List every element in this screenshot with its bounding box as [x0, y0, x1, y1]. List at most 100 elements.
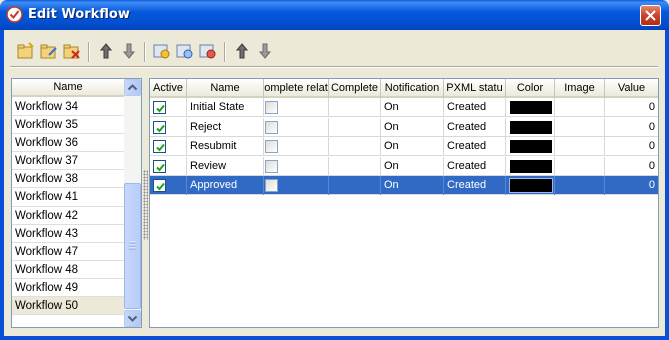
column-header-complete[interactable]: Complete	[329, 79, 381, 98]
color-cell[interactable]	[506, 117, 555, 137]
add-state-icon[interactable]	[153, 42, 171, 60]
state-name-cell[interactable]: Resubmit	[187, 137, 264, 156]
list-item[interactable]: Workflow 36	[12, 134, 124, 153]
state-name-cell[interactable]: Initial State	[187, 98, 264, 117]
scroll-down-button[interactable]	[124, 310, 141, 327]
list-item[interactable]: Workflow 38	[12, 170, 124, 189]
column-header-value[interactable]: Value	[605, 79, 658, 98]
list-item-selected[interactable]: Workflow 50	[12, 297, 124, 316]
active-cell[interactable]	[150, 137, 187, 156]
active-cell[interactable]	[150, 117, 187, 137]
active-checkbox[interactable]	[153, 120, 166, 134]
color-swatch[interactable]	[509, 158, 553, 174]
image-cell[interactable]	[555, 98, 605, 117]
complete-related-checkbox[interactable]	[265, 179, 278, 192]
complete-cell[interactable]	[329, 117, 381, 137]
column-header-active[interactable]: Active	[150, 79, 187, 98]
active-checkbox[interactable]	[153, 159, 166, 173]
move-down-icon[interactable]	[120, 42, 138, 60]
pxml-status-cell[interactable]: Created	[444, 117, 506, 137]
complete-related-cell[interactable]	[264, 137, 329, 156]
notification-cell[interactable]: On	[381, 117, 444, 137]
list-item[interactable]: Workflow 37	[12, 152, 124, 171]
complete-related-checkbox[interactable]	[265, 140, 278, 153]
color-swatch[interactable]	[509, 119, 553, 135]
pxml-status-cell[interactable]: Created	[444, 176, 506, 195]
image-cell[interactable]	[555, 137, 605, 156]
pxml-status-cell[interactable]: Created	[444, 156, 506, 176]
color-cell[interactable]	[506, 98, 555, 117]
pane-splitter[interactable]	[143, 170, 148, 240]
color-cell[interactable]	[506, 156, 555, 176]
notification-cell[interactable]: On	[381, 98, 444, 117]
workflow-list-header[interactable]: Name	[12, 79, 124, 97]
move-state-up-icon[interactable]	[233, 42, 251, 60]
state-name-cell[interactable]: Review	[187, 156, 264, 176]
scroll-thumb[interactable]	[124, 183, 141, 309]
delete-workflow-icon[interactable]	[63, 42, 81, 60]
value-cell[interactable]: 0	[605, 157, 658, 176]
column-header-color[interactable]: Color	[506, 79, 555, 98]
active-cell[interactable]	[150, 98, 187, 117]
complete-related-checkbox[interactable]	[265, 159, 278, 173]
value-cell[interactable]: 0	[605, 98, 658, 117]
active-checkbox[interactable]	[153, 101, 166, 114]
column-header-notification[interactable]: Notification	[381, 79, 444, 98]
list-item[interactable]: Workflow 43	[12, 225, 124, 243]
state-name-cell[interactable]: Approved	[187, 176, 264, 195]
active-cell[interactable]	[150, 176, 187, 195]
notification-cell[interactable]: On	[381, 156, 444, 176]
list-item[interactable]: Workflow 34	[12, 98, 124, 117]
workflow-list[interactable]: Name Workflow 34 Workflow 35 Workflow 36…	[11, 78, 142, 328]
complete-related-cell[interactable]	[264, 98, 329, 117]
complete-related-checkbox[interactable]	[265, 120, 278, 134]
table-row-selected[interactable]: Approved On Created 0	[150, 176, 658, 195]
edit-workflow-icon[interactable]	[40, 42, 58, 60]
color-cell[interactable]	[506, 137, 555, 156]
column-header-complete-related[interactable]: omplete relat	[264, 79, 329, 98]
color-cell[interactable]	[506, 176, 555, 195]
close-button[interactable]	[640, 5, 661, 26]
image-cell[interactable]	[555, 156, 605, 176]
notification-cell[interactable]: On	[381, 176, 444, 195]
delete-state-icon[interactable]	[199, 42, 217, 60]
edit-state-icon[interactable]	[176, 42, 194, 60]
pxml-status-cell[interactable]: Created	[444, 137, 506, 156]
list-item[interactable]: Workflow 41	[12, 188, 124, 207]
table-row[interactable]: Initial State On Created 0	[150, 98, 658, 117]
value-cell[interactable]: 0	[605, 118, 658, 137]
table-row[interactable]: Resubmit On Created 0	[150, 137, 658, 156]
state-name-cell[interactable]: Reject	[187, 117, 264, 137]
value-cell[interactable]: 0	[605, 176, 658, 195]
list-item[interactable]: Workflow 35	[12, 116, 124, 135]
complete-cell[interactable]	[329, 98, 381, 117]
complete-related-cell[interactable]	[264, 176, 329, 195]
list-item[interactable]: Workflow 49	[12, 279, 124, 298]
list-item[interactable]: Workflow 48	[12, 261, 124, 279]
add-workflow-icon[interactable]	[17, 42, 35, 60]
active-checkbox[interactable]	[153, 140, 166, 153]
color-swatch[interactable]	[509, 100, 553, 115]
image-cell[interactable]	[555, 176, 605, 195]
complete-related-cell[interactable]	[264, 156, 329, 176]
scroll-up-button[interactable]	[124, 79, 141, 96]
complete-cell[interactable]	[329, 156, 381, 176]
color-swatch[interactable]	[509, 139, 553, 154]
list-item[interactable]: Workflow 42	[12, 207, 124, 225]
move-state-down-icon[interactable]	[256, 42, 274, 60]
pxml-status-cell[interactable]: Created	[444, 98, 506, 117]
complete-related-checkbox[interactable]	[265, 101, 278, 114]
value-cell[interactable]: 0	[605, 137, 658, 156]
table-row[interactable]: Review On Created 0	[150, 156, 658, 176]
image-cell[interactable]	[555, 117, 605, 137]
column-header-pxml-status[interactable]: PXML statu	[444, 79, 506, 98]
workflow-list-scrollbar[interactable]	[124, 79, 141, 327]
color-swatch[interactable]	[509, 178, 553, 193]
column-header-image[interactable]: Image	[555, 79, 605, 98]
active-cell[interactable]	[150, 156, 187, 176]
table-row[interactable]: Reject On Created 0	[150, 117, 658, 137]
active-checkbox[interactable]	[153, 179, 166, 192]
column-header-name[interactable]: Name	[187, 79, 264, 98]
move-up-icon[interactable]	[97, 42, 115, 60]
list-item[interactable]: Workflow 47	[12, 243, 124, 261]
